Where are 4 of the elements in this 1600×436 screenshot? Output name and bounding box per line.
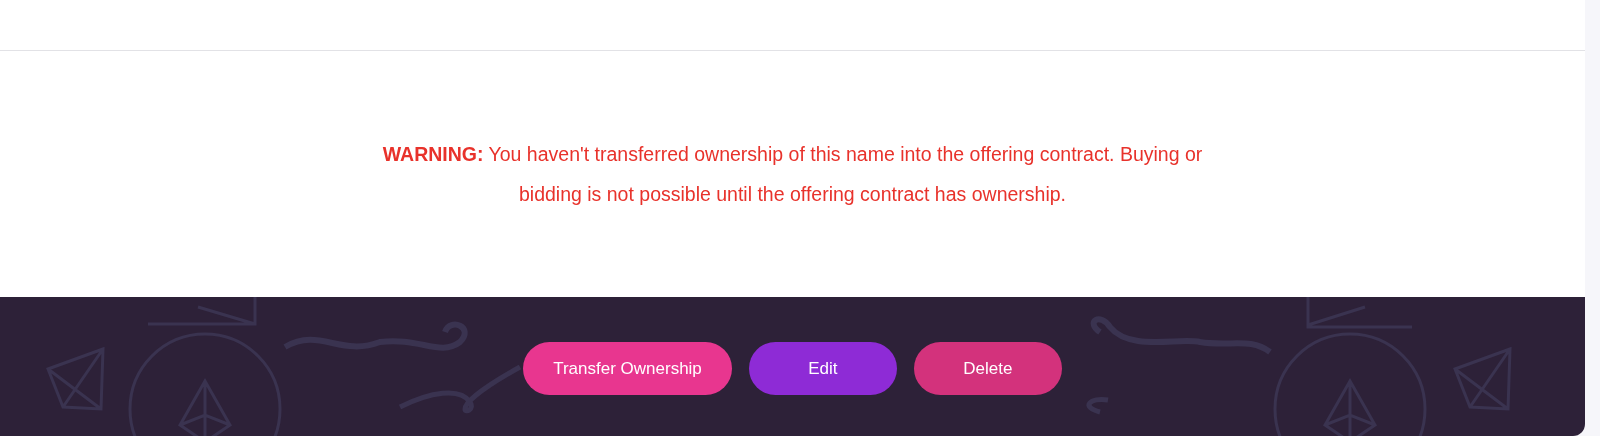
action-button[interactable]: Transfer Ownership [523, 342, 732, 395]
action-button[interactable]: Delete [913, 342, 1062, 395]
warning-message: WARNING: You haven't transferred ownership of this name into the offering contract. Buying or bidding is not possible until the offering contract has ownership. [381, 142, 1204, 207]
action-button[interactable]: Edit [748, 342, 897, 395]
